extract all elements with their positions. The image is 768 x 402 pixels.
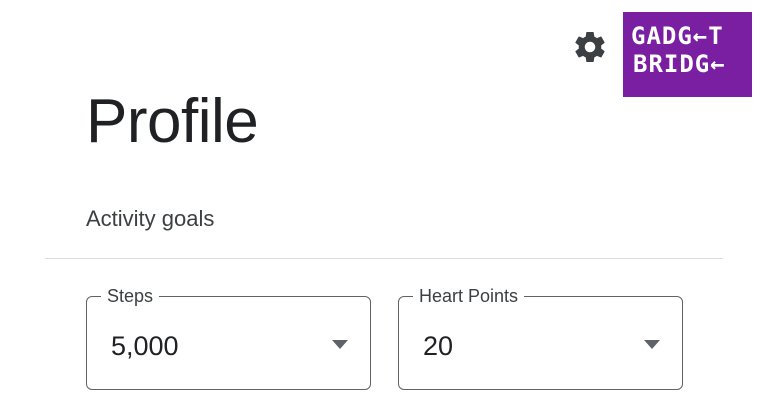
section-divider	[45, 258, 723, 259]
chevron-down-icon[interactable]	[332, 340, 348, 349]
section-label-activity-goals: Activity goals	[86, 206, 215, 231]
logo-line-2: BRIDG←	[633, 50, 726, 78]
steps-goal-dropdown[interactable]: Steps 5,000	[86, 283, 371, 390]
gadget-bridge-logo: GADG←T BRIDG←	[623, 12, 752, 97]
chevron-down-icon[interactable]	[644, 340, 660, 349]
gear-icon[interactable]	[572, 29, 608, 65]
profile-page: GADG←T BRIDG← Profile Activity goals Ste…	[0, 0, 768, 402]
steps-goal-value: 5,000	[111, 331, 179, 361]
heart-points-goal-label: Heart Points	[413, 283, 525, 309]
page-title: Profile	[86, 87, 259, 156]
steps-goal-label: Steps	[101, 283, 160, 309]
heart-points-goal-dropdown[interactable]: Heart Points 20	[398, 283, 683, 390]
logo-line-1: GADG←T	[631, 22, 724, 50]
heart-points-goal-value: 20	[423, 331, 454, 361]
